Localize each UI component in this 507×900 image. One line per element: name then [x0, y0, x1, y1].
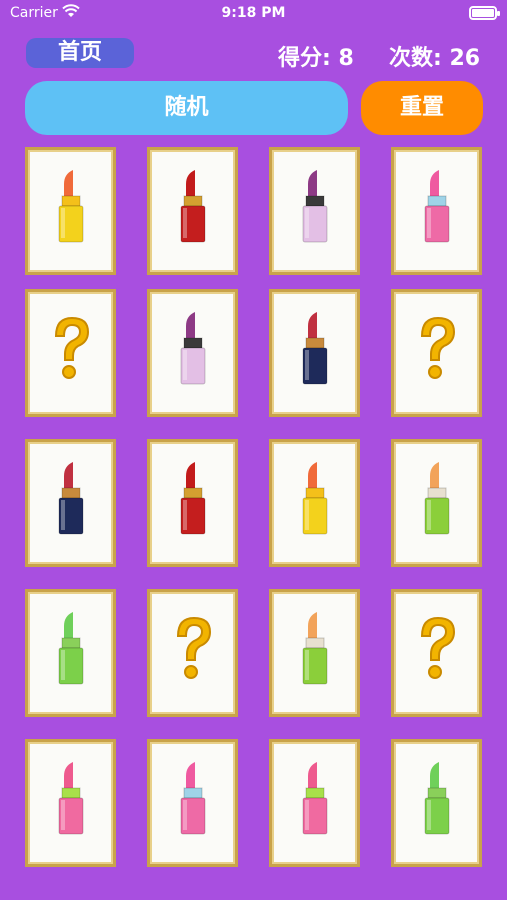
lipstick-peach-green-icon [424, 462, 450, 535]
status-bar: Carrier 9:18 PM [0, 0, 507, 28]
lipstick-green-icon [424, 762, 450, 835]
question-mark-icon [176, 616, 212, 679]
memory-card[interactable] [391, 739, 482, 867]
memory-card[interactable] [391, 439, 482, 567]
memory-card[interactable] [25, 739, 116, 867]
memory-card[interactable] [269, 589, 360, 717]
memory-card[interactable] [147, 289, 238, 417]
memory-card[interactable] [25, 289, 116, 417]
memory-card[interactable] [269, 289, 360, 417]
lipstick-purple-icon [302, 170, 328, 243]
memory-card[interactable] [147, 439, 238, 567]
home-button[interactable]: 首页 [26, 38, 134, 68]
memory-card[interactable] [147, 739, 238, 867]
memory-card[interactable] [147, 147, 238, 275]
lipstick-orange-yellow-icon [58, 170, 84, 243]
attempts-label: 次数: 26 [389, 46, 481, 71]
clock: 9:18 PM [221, 5, 286, 21]
lipstick-peach-green-icon [302, 612, 328, 685]
memory-card[interactable] [269, 739, 360, 867]
battery-icon [469, 6, 500, 20]
memory-card[interactable] [147, 589, 238, 717]
lipstick-navy-icon [302, 312, 328, 385]
memory-card[interactable] [391, 147, 482, 275]
reset-button[interactable]: 重置 [361, 81, 483, 135]
memory-card[interactable] [391, 589, 482, 717]
random-button[interactable]: 随机 [25, 81, 348, 135]
lipstick-pink-icon [180, 762, 206, 835]
memory-card[interactable] [25, 147, 116, 275]
lipstick-red-icon [180, 170, 206, 243]
lipstick-pink-green-icon [58, 762, 84, 835]
question-mark-icon [420, 316, 456, 379]
memory-card[interactable] [269, 147, 360, 275]
lipstick-pink-icon [424, 170, 450, 243]
memory-card[interactable] [25, 589, 116, 717]
question-mark-icon [420, 616, 456, 679]
question-mark-icon [54, 316, 90, 379]
lipstick-red-icon [180, 462, 206, 535]
memory-card[interactable] [25, 439, 116, 567]
lipstick-purple-icon [180, 312, 206, 385]
lipstick-navy-icon [58, 462, 84, 535]
memory-card[interactable] [269, 439, 360, 567]
score-label: 得分: 8 [278, 46, 354, 71]
lipstick-pink-green-icon [302, 762, 328, 835]
memory-card[interactable] [391, 289, 482, 417]
lipstick-green-icon [58, 612, 84, 685]
lipstick-orange-yellow-icon [302, 462, 328, 535]
